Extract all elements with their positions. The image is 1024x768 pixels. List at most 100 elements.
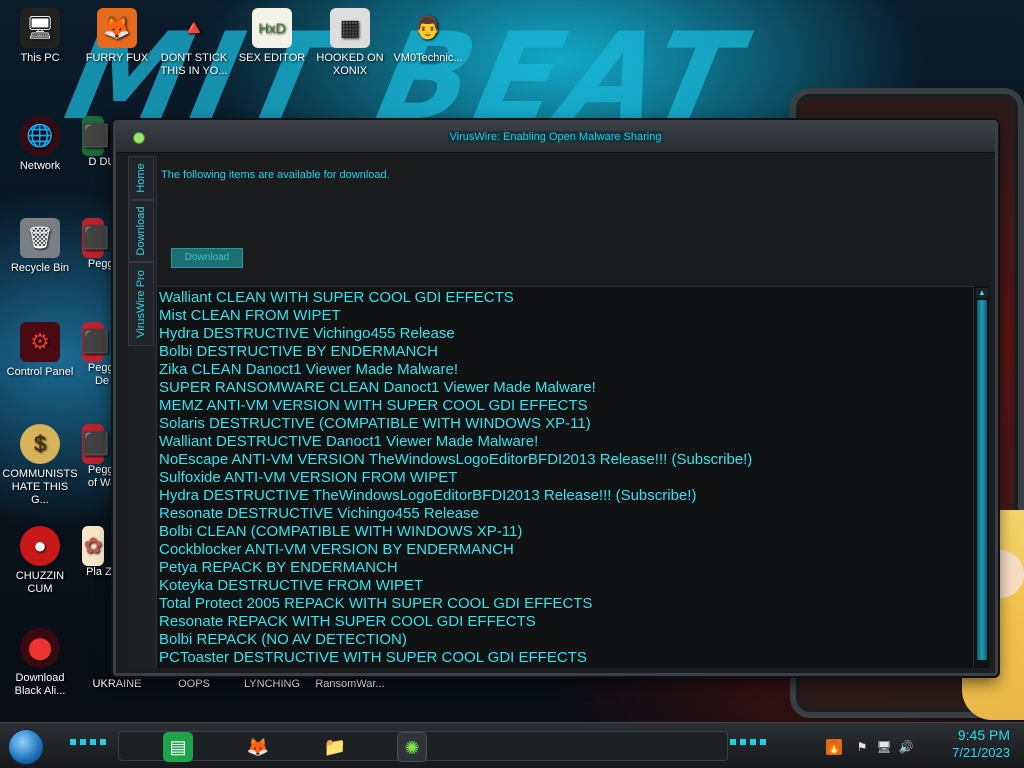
peggle-icon: ⬛ [82, 424, 109, 464]
list-item[interactable]: Resonate REPACK WITH SUPER COOL GDI EFFE… [159, 613, 974, 631]
download-list[interactable]: Walliant CLEAN WITH SUPER COOL GDI EFFEC… [157, 286, 974, 668]
money-bag-icon: $ [20, 424, 60, 464]
network-tray-icon[interactable]: 🖥 [876, 739, 892, 755]
hex-editor-icon: HxD [252, 8, 292, 48]
desktop-icon-label: LYNCHING [243, 678, 301, 690]
desktop-icon-label: Control Panel [6, 366, 74, 378]
desktop-icon-label: COMMUNISTS HATE THIS G... [2, 468, 78, 506]
desktop-icon-this-pc[interactable]: 🖥 This PC [2, 8, 78, 65]
list-item[interactable]: PCToaster DESTRUCTIVE WITH SUPER COOL GD… [159, 649, 974, 667]
list-item[interactable]: Mist CLEAN FROM WIPET [159, 307, 974, 325]
flag-icon[interactable]: ⚑ [854, 739, 870, 755]
list-item[interactable]: Bolbi REPACK (NO AV DETECTION) [159, 631, 974, 649]
list-item[interactable]: Cockblocker ANTI-VM VERSION BY ENDERMANC… [159, 541, 974, 559]
desktop-icon-label: UKRAINE [92, 678, 142, 690]
tab-home[interactable]: Home [128, 156, 154, 200]
list-item[interactable]: Sulfoxide ANTI-VM VERSION FROM WIPET [159, 469, 974, 487]
clock-date: 7/21/2023 [952, 745, 1010, 760]
side-tab-bar: Home Download VirusWire Pro [128, 156, 156, 668]
tab-label: Download [135, 206, 147, 256]
taskbar-decoration [70, 739, 106, 745]
list-item[interactable]: Zika CLEAN Danoct1 Viewer Made Malware! [159, 361, 974, 379]
tab-label: Home [135, 163, 147, 193]
app-icon: ⬛ [82, 116, 109, 156]
desktop-icon-network[interactable]: 🌐 Network [2, 116, 78, 173]
desktop-icon-download-black[interactable]: ⬤ Download Black Ali... [2, 628, 78, 698]
desktop-icon-lynching[interactable]: LYNCHING [234, 678, 310, 691]
network-icon: 🌐 [20, 116, 60, 156]
viruswire-window: VirusWire: Enabling Open Malware Sharing… [113, 120, 998, 676]
window-title: VirusWire: Enabling Open Malware Sharing [447, 131, 664, 143]
desktop-icon-ukraine[interactable]: UKRAINE [79, 678, 155, 691]
doctor-icon: 👨 [414, 15, 442, 40]
orb-icon: ⬤ [20, 628, 60, 668]
list-item[interactable]: Total Protect 2005 REPACK WITH SUPER COO… [159, 595, 974, 613]
list-item[interactable]: SUPER RANSOMWARE CLEAN Danoct1 Viewer Ma… [159, 379, 974, 397]
taskbar-decoration [730, 739, 766, 745]
list-item[interactable]: Walliant DESTRUCTIVE Danoct1 Viewer Made… [159, 433, 974, 451]
desktop-icon-label: This PC [20, 52, 60, 64]
flame-icon[interactable]: 🔥 [826, 739, 842, 755]
download-button[interactable]: Download [171, 248, 243, 268]
desktop-icon-furry-fux[interactable]: 🦊 FURRY FUX [79, 8, 155, 65]
desktop-icon-chuzzin[interactable]: ● CHUZZIN CUM [2, 526, 78, 596]
list-scrollbar[interactable]: ▲ [973, 286, 989, 668]
desktop-icon-label: OOPS [178, 678, 210, 690]
computer-icon: 🖥 [20, 8, 60, 48]
desktop-icon-sex-editor[interactable]: HxD SEX EDITOR [234, 8, 310, 65]
info-text: The following items are available for do… [161, 169, 390, 181]
list-item[interactable]: Walliant CLEAN WITH SUPER COOL GDI EFFEC… [159, 289, 974, 307]
window-titlebar[interactable]: VirusWire: Enabling Open Malware Sharing [116, 123, 995, 153]
desktop-icon-communists[interactable]: $ COMMUNISTS HATE THIS G... [2, 424, 78, 507]
desktop-icon-dont-stick[interactable]: 🔺 DONT STICK THIS IN YO... [156, 8, 232, 78]
desktop-icon-label: Download Black Ali... [14, 672, 66, 697]
flower-icon: ✿ [82, 526, 104, 566]
list-item[interactable]: Petya REPACK BY ENDERMANCH [159, 559, 974, 577]
recycle-bin-icon: 🗑 [20, 218, 60, 258]
list-item[interactable]: Bolbi CLEAN (COMPATIBLE WITH WINDOWS XP-… [159, 523, 974, 541]
desktop-icon-label: Network [19, 160, 61, 172]
volume-icon[interactable]: 🔊 [898, 739, 914, 755]
desktop-icon-recycle-bin[interactable]: 🗑 Recycle Bin [2, 218, 78, 275]
list-item[interactable]: Koteyka DESTRUCTIVE FROM WIPET [159, 577, 974, 595]
list-item[interactable]: MEMZ ANTI-VM VERSION WITH SUPER COOL GDI… [159, 397, 974, 415]
file-explorer-icon[interactable]: 📁 [320, 732, 350, 762]
desktop-icon-label: FURRY FUX [85, 52, 149, 64]
scroll-thumb[interactable] [977, 300, 987, 660]
desktop-icon-hooked-on-xonix[interactable]: ▦ HOOKED ON XONIX [312, 8, 388, 78]
desktop-icon-oops[interactable]: OOPS [156, 678, 232, 691]
desktop-icon-label: DONT STICK THIS IN YO... [160, 52, 228, 77]
control-panel-icon: ⚙ [20, 322, 60, 362]
vlc-icon: 🔺 [180, 15, 208, 40]
desktop-icon-label: SEX EDITOR [238, 52, 306, 64]
viruswire-taskbar-icon[interactable]: ✺ [397, 732, 427, 762]
content-panel: The following items are available for do… [156, 156, 989, 668]
desktop-icon-control-panel[interactable]: ⚙ Control Panel [2, 322, 78, 379]
chuzzle-icon: ● [20, 526, 60, 566]
list-item[interactable]: Hydra DESTRUCTIVE Vichingo455 Release [159, 325, 974, 343]
taskbar: ▤ 🦊 📁 ✺ 🔥 ⚑ 🖥 🔊 9:45 PM 7/21/2023 [0, 722, 1024, 768]
tab-download[interactable]: Download [128, 200, 154, 262]
tab-viruswire-pro[interactable]: VirusWire Pro [128, 262, 154, 346]
system-tray: 🔥 ⚑ 🖥 🔊 9:45 PM 7/21/2023 [814, 723, 1024, 768]
desktop-icon-label: Recycle Bin [10, 262, 70, 274]
notes-app-icon[interactable]: ▤ [163, 732, 193, 762]
list-item[interactable]: Resonate DESTRUCTIVE Vichingo455 Release [159, 505, 974, 523]
tab-label: VirusWire Pro [135, 270, 147, 338]
scroll-up-icon[interactable]: ▲ [976, 288, 988, 298]
peggle-icon: ⬛ [82, 218, 109, 258]
list-item[interactable]: Solaris DESTRUCTIVE (COMPATIBLE WITH WIN… [159, 415, 974, 433]
desktop-icon-ransomware[interactable]: RansomWar... [312, 678, 388, 691]
peggle-icon: ⬛ [82, 322, 109, 362]
list-item[interactable]: NoEscape ANTI-VM VERSION TheWindowsLogoE… [159, 451, 974, 469]
firefox-icon: 🦊 [97, 8, 137, 48]
desktop-icon-label: HOOKED ON XONIX [316, 52, 384, 77]
list-item[interactable]: Bolbi DESTRUCTIVE BY ENDERMANCH [159, 343, 974, 361]
list-item[interactable]: Hydra DESTRUCTIVE TheWindowsLogoEditorBF… [159, 487, 974, 505]
firefox-taskbar-icon[interactable]: 🦊 [243, 732, 273, 762]
item-list: Walliant CLEAN WITH SUPER COOL GDI EFFEC… [157, 287, 974, 667]
xonix-icon: ▦ [330, 8, 370, 48]
start-button[interactable] [8, 729, 44, 765]
desktop-icon-vm0technic[interactable]: 👨 VM0Technic... [390, 8, 466, 65]
clock[interactable]: 9:45 PM 7/21/2023 [952, 727, 1010, 760]
